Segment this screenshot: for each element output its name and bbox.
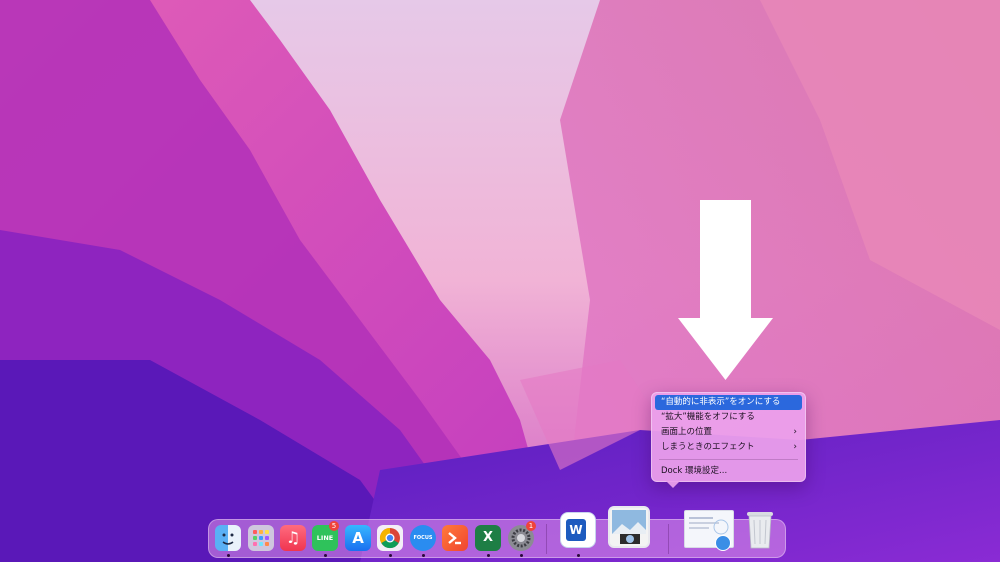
- menu-item-label: Dock 環境設定...: [661, 466, 728, 476]
- running-indicator: [389, 554, 392, 557]
- menu-item-label: “自動的に非表示”をオンにする: [661, 397, 781, 407]
- menu-item-position-on-screen[interactable]: 画面上の位置 ›: [655, 425, 802, 440]
- music-icon[interactable]: ♫: [280, 525, 306, 551]
- trash-icon[interactable]: [742, 508, 778, 550]
- menu-item-label: “拡大”機能をオフにする: [661, 412, 755, 422]
- chrome-icon[interactable]: [377, 525, 403, 551]
- launchpad-icon[interactable]: [248, 525, 274, 551]
- dock-divider: [668, 524, 669, 554]
- menu-item-label: しまうときのエフェクト: [661, 442, 755, 452]
- launchpad-grid-icon: [253, 530, 269, 546]
- trash-can-icon: [747, 512, 773, 549]
- word-logo-tile: W: [566, 519, 586, 541]
- menu-item-minimize-effect[interactable]: しまうときのエフェクト ›: [655, 440, 802, 455]
- music-note-icon: ♫: [285, 528, 301, 547]
- running-indicator: [577, 554, 580, 557]
- running-indicator: [324, 554, 327, 557]
- preview-icon[interactable]: [608, 506, 650, 548]
- notification-badge: 5: [329, 521, 339, 531]
- focus-logo-text: FOCUS: [413, 535, 433, 541]
- chevron-right-icon: ›: [793, 442, 797, 452]
- desktop-wallpaper: [0, 0, 1000, 562]
- dock-divider: [546, 524, 547, 554]
- running-indicator: [422, 554, 425, 557]
- menu-item-label: 画面上の位置: [661, 427, 713, 437]
- line-logo-text: LINE: [316, 534, 334, 542]
- chevron-right-icon: ›: [793, 427, 797, 437]
- excel-icon[interactable]: X: [475, 525, 501, 551]
- app-store-glyph: A: [352, 529, 364, 547]
- photo-loupe-icon: [612, 510, 646, 544]
- notification-badge: 1: [526, 521, 536, 531]
- running-indicator: [487, 554, 490, 557]
- finder-face-icon: [222, 533, 234, 545]
- folder-stack-icon[interactable]: [684, 510, 734, 551]
- app-store-icon[interactable]: A: [345, 525, 371, 551]
- word-logo-text: W: [569, 523, 583, 537]
- menu-item-autohide[interactable]: “自動的に非表示”をオンにする: [655, 395, 802, 410]
- running-indicator: [227, 554, 230, 557]
- down-arrow-icon: [678, 200, 773, 380]
- chrome-logo-icon: [379, 527, 400, 549]
- focus-icon[interactable]: FOCUS: [410, 525, 436, 551]
- menu-item-magnification[interactable]: “拡大”機能をオフにする: [655, 410, 802, 425]
- finder-icon[interactable]: [215, 525, 241, 551]
- dock-context-menu: “自動的に非表示”をオンにする “拡大”機能をオフにする 画面上の位置 › しま…: [651, 392, 806, 488]
- word-icon[interactable]: W: [560, 512, 596, 548]
- menu-separator: [659, 459, 798, 460]
- app-badge-icon: [715, 535, 731, 551]
- excel-logo-text: X: [482, 530, 494, 545]
- menu-item-dock-preferences[interactable]: Dock 環境設定...: [655, 464, 802, 479]
- prompt-icon[interactable]: [442, 525, 468, 551]
- running-indicator: [520, 554, 523, 557]
- prompt-glyph-icon: [448, 532, 461, 545]
